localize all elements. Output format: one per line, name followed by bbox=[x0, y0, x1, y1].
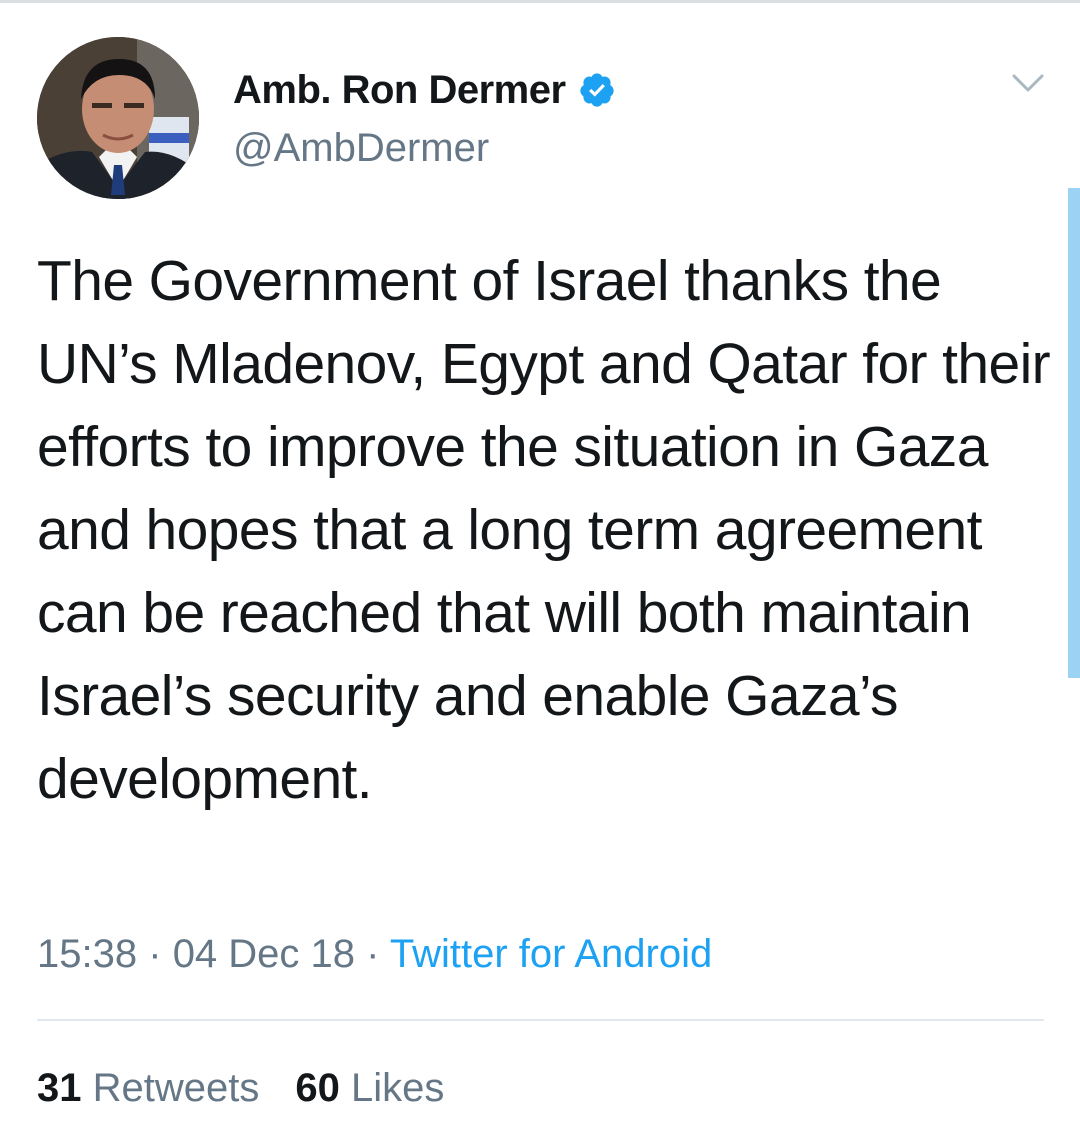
stats-divider bbox=[37, 1019, 1044, 1021]
meta-separator: · bbox=[366, 932, 380, 976]
tweet-source-link[interactable]: Twitter for Android bbox=[390, 932, 712, 976]
author-name[interactable]: Amb. Ron Dermer bbox=[233, 68, 566, 113]
top-divider bbox=[0, 0, 1080, 3]
scrollbar[interactable] bbox=[1068, 188, 1080, 678]
meta-separator: · bbox=[148, 932, 162, 976]
profile-photo-icon bbox=[37, 37, 199, 199]
verified-badge-icon bbox=[578, 71, 616, 109]
likes-label: Likes bbox=[351, 1066, 445, 1110]
tweet-text: The Government of Israel thanks the UN’s… bbox=[37, 249, 1051, 811]
retweets-label: Retweets bbox=[92, 1066, 260, 1110]
likes-stat[interactable]: 60 Likes bbox=[295, 1066, 444, 1110]
author-handle[interactable]: @AmbDermer bbox=[233, 126, 616, 171]
tweet-stats: 31 Retweets 60 Likes bbox=[37, 1060, 444, 1116]
avatar[interactable] bbox=[37, 37, 199, 199]
tweet-metadata: 15:38 · 04 Dec 18 · Twitter for Android bbox=[37, 924, 712, 984]
name-row: Amb. Ron Dermer bbox=[233, 62, 616, 118]
tweet-time: 15:38 bbox=[37, 932, 138, 976]
retweets-count: 31 bbox=[37, 1066, 82, 1110]
retweets-stat[interactable]: 31 Retweets bbox=[37, 1066, 259, 1110]
likes-count: 60 bbox=[295, 1066, 340, 1110]
tweet-date: 04 Dec 18 bbox=[172, 932, 356, 976]
chevron-down-icon[interactable] bbox=[1010, 68, 1046, 98]
author-block[interactable]: Amb. Ron Dermer @AmbDermer bbox=[233, 62, 616, 171]
